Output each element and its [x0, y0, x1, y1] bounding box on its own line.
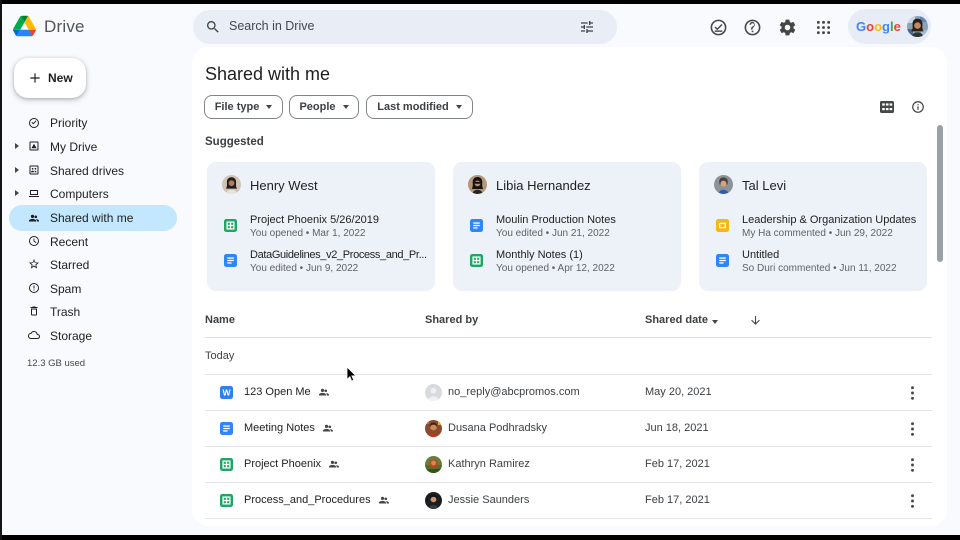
svg-text:W: W	[222, 388, 231, 398]
